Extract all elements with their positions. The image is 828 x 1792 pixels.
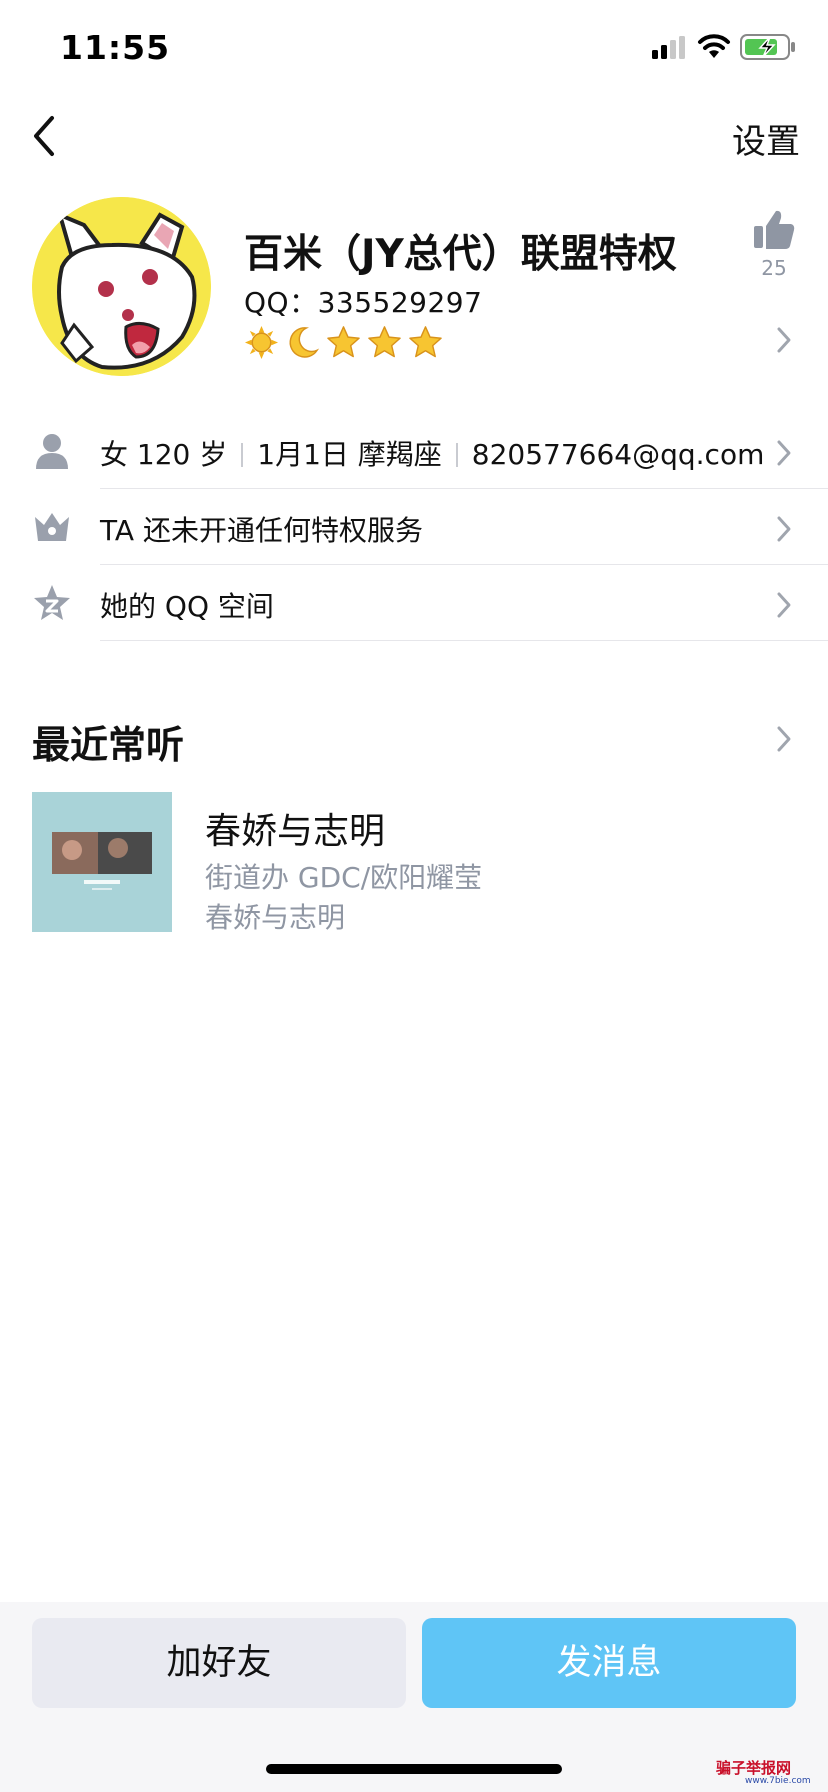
qzone-text: 她的 QQ 空间 bbox=[100, 590, 274, 623]
divider bbox=[241, 443, 244, 467]
song-artist: 街道办 GDC/欧阳耀莹 bbox=[205, 861, 483, 894]
qq-number-line: QQ：335529297 bbox=[244, 281, 482, 321]
qq-level-badges[interactable] bbox=[244, 325, 444, 361]
qzone-star-icon bbox=[34, 585, 70, 620]
home-indicator[interactable] bbox=[266, 1764, 562, 1774]
star-icon bbox=[409, 326, 443, 358]
chevron-right-icon[interactable] bbox=[774, 725, 794, 753]
vip-services-row[interactable]: TA 还未开通任何特权服务 bbox=[0, 489, 828, 565]
chevron-right-icon[interactable] bbox=[774, 326, 794, 354]
row-divider bbox=[100, 640, 828, 641]
section-title-recent-listening: 最近常听 bbox=[32, 723, 185, 767]
watermark-text: 骗子举报网 bbox=[716, 1759, 792, 1777]
pixel-rabbit-avatar-image bbox=[32, 197, 211, 376]
wifi-icon bbox=[698, 34, 730, 58]
battery-charging-icon bbox=[740, 34, 795, 60]
basic-info-text: 女 120 岁 1月1日 摩羯座 820577664@qq.com bbox=[100, 433, 764, 473]
watermark-url: www.7bie.com bbox=[745, 1776, 811, 1786]
add-friend-button[interactable]: 加好友 bbox=[32, 1618, 406, 1708]
back-chevron-icon[interactable] bbox=[28, 112, 68, 160]
cellular-signal-icon bbox=[652, 36, 685, 59]
sun-icon bbox=[244, 325, 279, 360]
crown-icon bbox=[35, 513, 69, 541]
star-icon bbox=[368, 326, 402, 358]
chevron-right-icon bbox=[777, 592, 791, 618]
album-cover-image bbox=[32, 792, 172, 932]
moon-icon bbox=[289, 327, 320, 358]
birthday-zodiac: 1月1日 摩羯座 bbox=[257, 438, 442, 471]
song-title: 春娇与志明 bbox=[205, 811, 386, 852]
thumbs-up-like-icon[interactable] bbox=[752, 208, 796, 252]
qq-number: 335529297 bbox=[317, 286, 483, 319]
vip-services-text: TA 还未开通任何特权服务 bbox=[100, 514, 423, 547]
album-cover[interactable] bbox=[32, 792, 172, 932]
settings-button[interactable]: 设置 bbox=[732, 114, 800, 163]
chevron-right-icon bbox=[777, 516, 791, 542]
email: 820577664@qq.com bbox=[471, 438, 765, 471]
star-icon bbox=[327, 326, 360, 358]
qq-label: QQ： bbox=[244, 286, 318, 319]
chevron-right-icon bbox=[777, 440, 791, 466]
person-icon bbox=[36, 434, 68, 469]
gender-age: 女 120 岁 bbox=[100, 438, 228, 471]
like-count: 25 bbox=[761, 256, 787, 280]
avatar[interactable] bbox=[32, 197, 211, 376]
profile-nickname: 百米（JY总代）联盟特权 bbox=[244, 232, 677, 277]
song-album: 春娇与志明 bbox=[205, 901, 346, 934]
divider bbox=[455, 443, 458, 467]
basic-info-row[interactable]: 女 120 岁 1月1日 摩羯座 820577664@qq.com bbox=[0, 413, 828, 489]
status-time: 11:55 bbox=[60, 28, 171, 67]
send-message-button[interactable]: 发消息 bbox=[422, 1618, 796, 1708]
qzone-row[interactable]: 她的 QQ 空间 bbox=[0, 565, 828, 641]
